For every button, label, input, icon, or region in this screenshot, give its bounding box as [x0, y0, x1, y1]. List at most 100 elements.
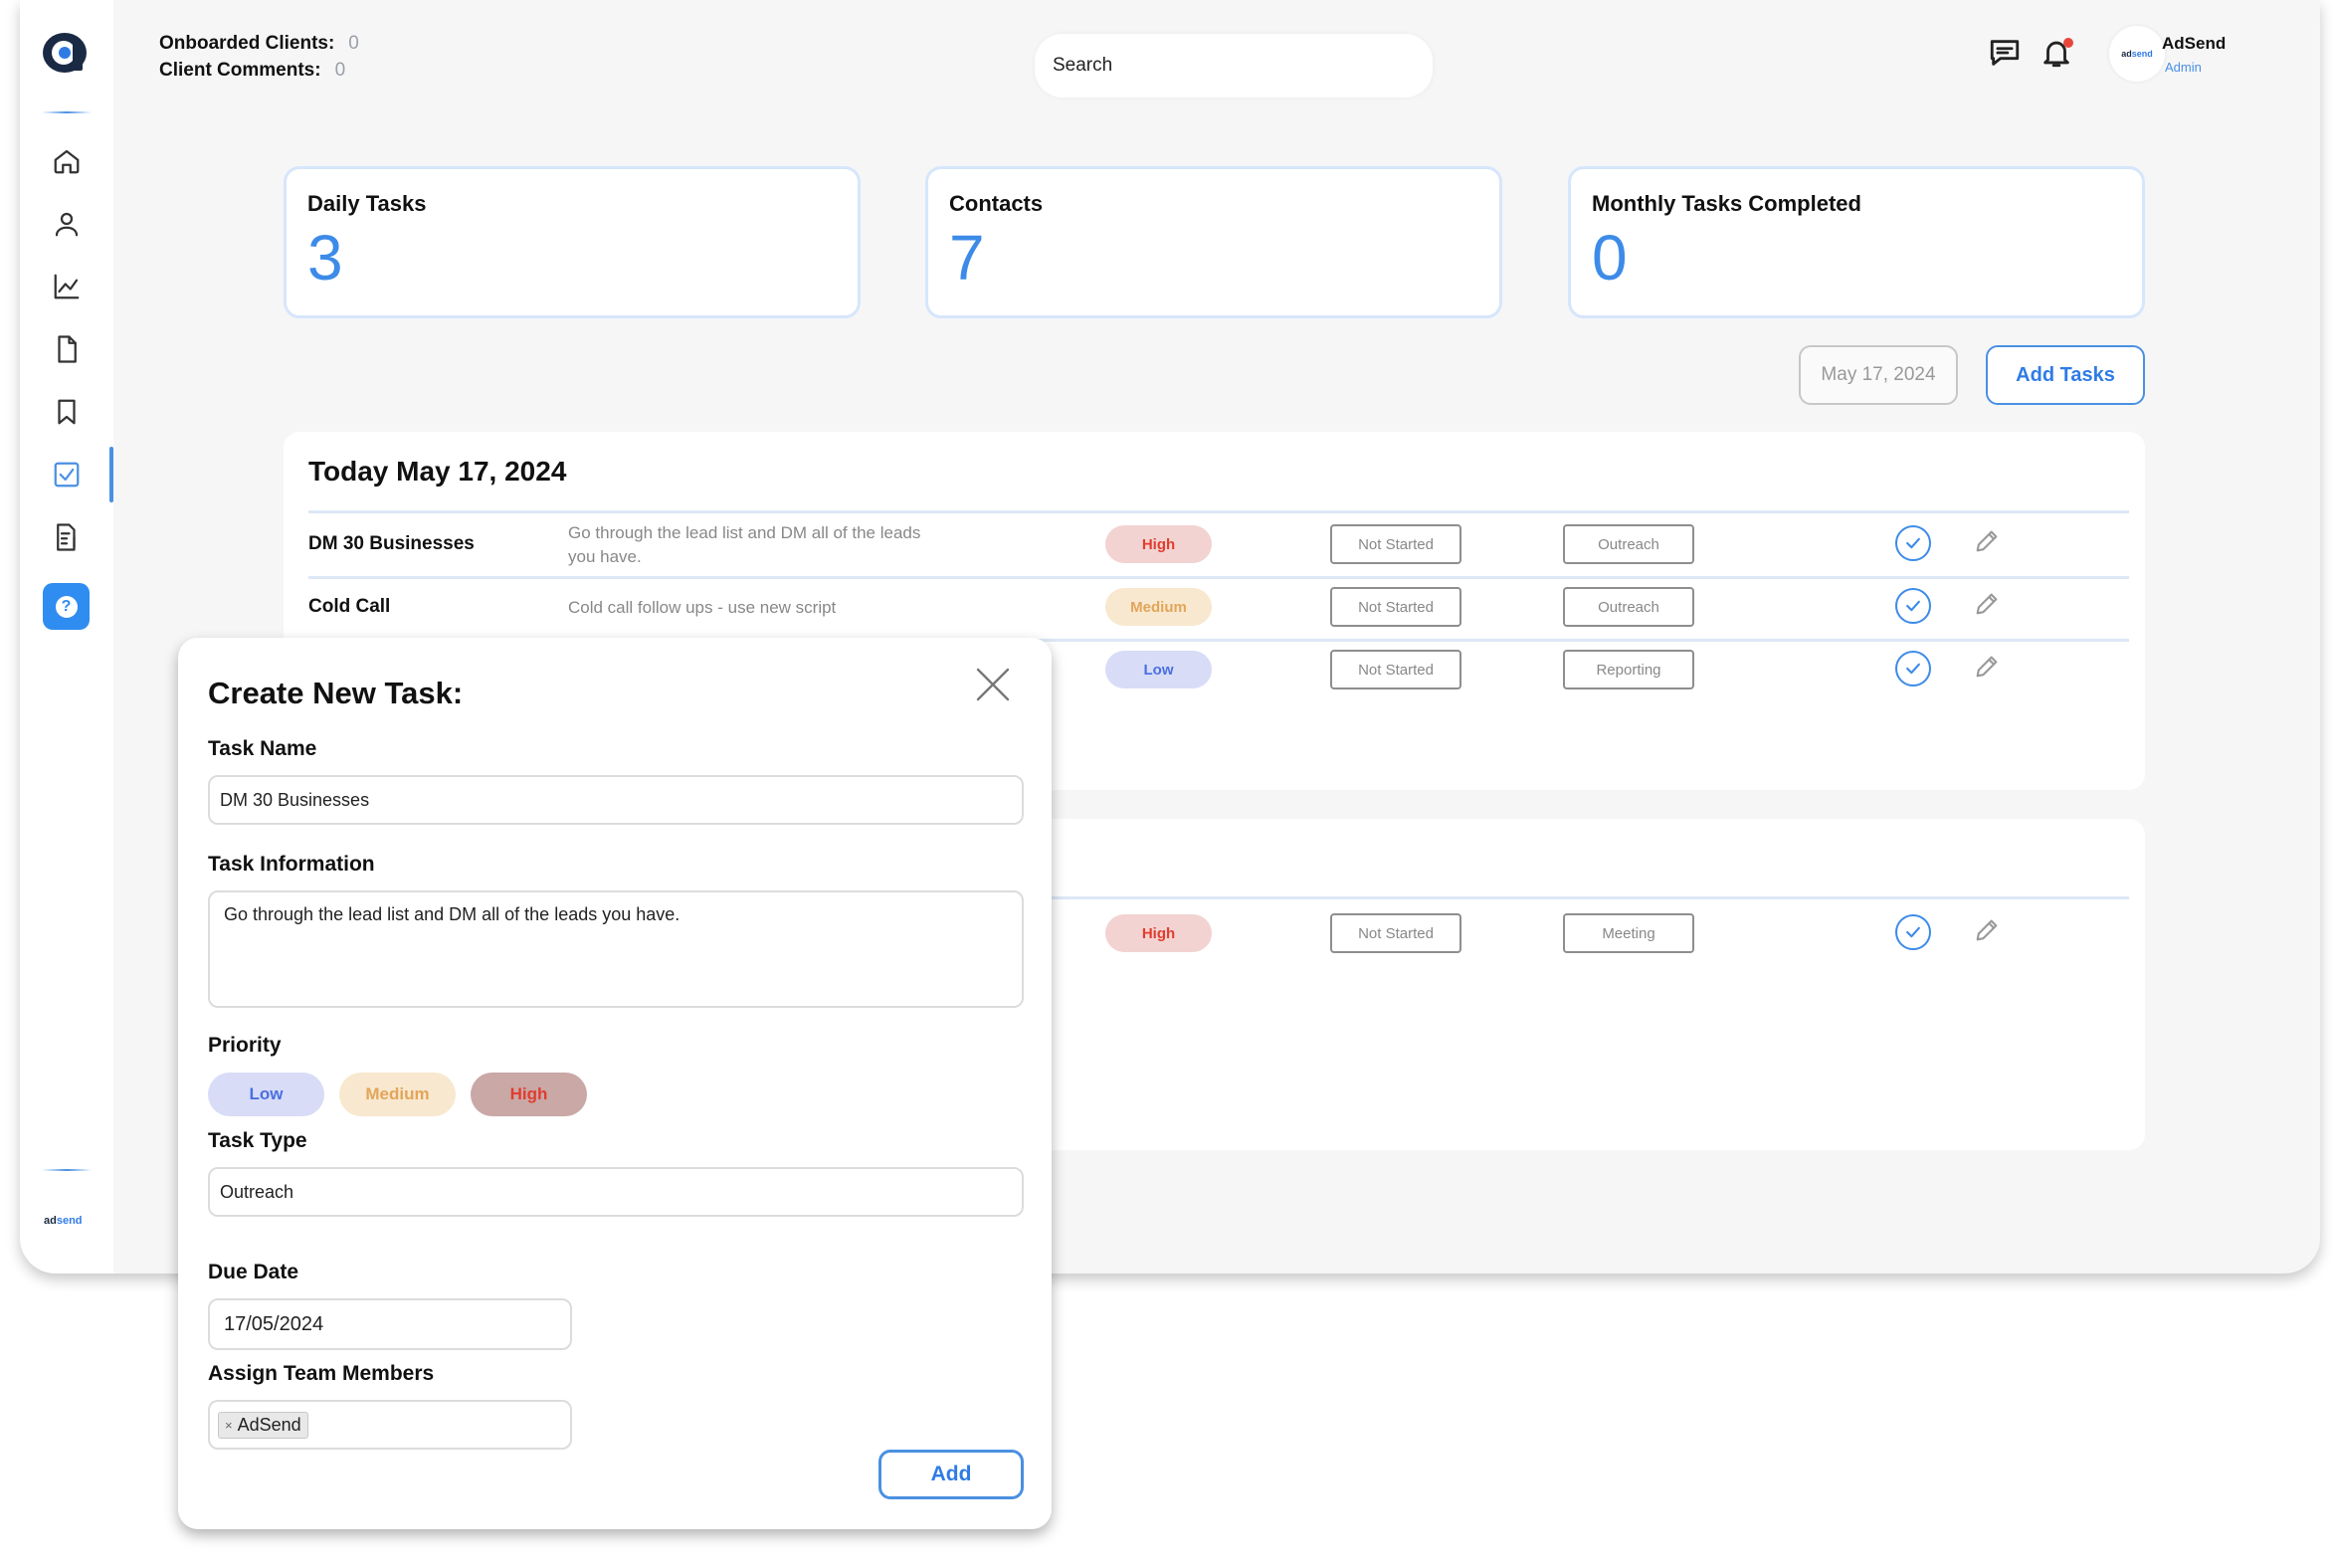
user-name: AdSend	[2162, 34, 2227, 53]
sidebar-item-tasks[interactable]	[20, 447, 113, 502]
active-indicator	[109, 447, 113, 502]
onboarded-label: Onboarded Clients:	[159, 33, 335, 54]
priority-badge: Medium	[1105, 588, 1212, 626]
sidebar-item-invoices[interactable]	[20, 509, 113, 565]
check-icon	[1906, 600, 1920, 612]
due-date-label: Due Date	[208, 1261, 299, 1283]
priority-low-option[interactable]: Low	[208, 1073, 324, 1116]
check-icon	[1906, 663, 1920, 675]
task-name-input[interactable]: DM 30 Businesses	[208, 775, 1024, 825]
close-icon	[976, 668, 1010, 701]
edit-button[interactable]	[1973, 527, 2003, 557]
status-select[interactable]: Not Started	[1330, 524, 1461, 564]
panel-title: Today May 17, 2024	[308, 456, 567, 487]
stat-value: 3	[307, 222, 343, 294]
comments-value: 0	[334, 60, 346, 81]
complete-button[interactable]	[1895, 914, 1931, 950]
user-role: Admin	[2165, 60, 2202, 75]
type-select[interactable]: Meeting	[1563, 913, 1694, 953]
header-stats: Onboarded Clients: 0 Client Comments: 0	[159, 30, 359, 84]
edit-button[interactable]	[1973, 590, 2003, 620]
stat-value: 7	[949, 222, 985, 294]
contacts-card: Contacts 7	[925, 166, 1502, 318]
check-icon	[1906, 926, 1920, 938]
edit-button[interactable]	[1973, 653, 2003, 683]
sidebar: ? adsend	[20, 0, 113, 1274]
complete-button[interactable]	[1895, 651, 1931, 686]
tasks-icon	[54, 462, 80, 488]
sidebar-item-contacts[interactable]	[20, 196, 113, 252]
chat-icon	[1990, 40, 2020, 66]
app-logo[interactable]	[43, 33, 87, 73]
messages-button[interactable]	[1988, 36, 2024, 72]
pencil-icon	[1976, 530, 1998, 552]
task-name-label: Task Name	[208, 737, 317, 760]
check-icon	[1906, 537, 1920, 549]
task-row[interactable]: Cold Call Cold call follow ups - use new…	[284, 576, 2145, 639]
invoice-icon	[57, 523, 76, 551]
sidebar-item-home[interactable]	[20, 133, 113, 189]
user-icon	[55, 212, 79, 237]
task-row[interactable]: DM 30 Businesses Go through the lead lis…	[284, 513, 2145, 576]
complete-button[interactable]	[1895, 588, 1931, 624]
priority-high-option[interactable]: High	[471, 1073, 587, 1116]
status-select[interactable]: Not Started	[1330, 913, 1461, 953]
member-tag[interactable]: × AdSend	[218, 1411, 308, 1439]
chart-icon	[54, 274, 80, 299]
sidebar-divider	[42, 111, 92, 113]
task-type-input[interactable]: Outreach	[208, 1167, 1024, 1217]
modal-title: Create New Task:	[208, 676, 464, 710]
stat-label: Contacts	[949, 191, 1044, 216]
priority-badge: Low	[1105, 651, 1212, 688]
status-select[interactable]: Not Started	[1330, 587, 1461, 627]
stat-label: Monthly Tasks Completed	[1592, 191, 1861, 216]
assign-label: Assign Team Members	[208, 1362, 435, 1385]
task-info-label: Task Information	[208, 853, 375, 876]
notification-badge	[2063, 38, 2073, 48]
task-info: Go through the lead list and DM all of t…	[568, 523, 921, 566]
assign-members-input[interactable]: × AdSend	[208, 1400, 572, 1450]
task-info-textarea[interactable]: Go through the lead list and DM all of t…	[208, 890, 1024, 1008]
task-name: DM 30 Businesses	[308, 533, 475, 554]
create-task-modal: Create New Task: Task Name DM 30 Busines…	[178, 638, 1052, 1529]
task-type-label: Task Type	[208, 1129, 307, 1152]
due-date-input[interactable]: 17/05/2024	[208, 1298, 572, 1350]
add-tasks-button[interactable]: Add Tasks	[1986, 345, 2145, 405]
priority-label: Priority	[208, 1034, 282, 1057]
priority-badge: High	[1105, 914, 1212, 952]
add-button[interactable]: Add	[878, 1450, 1024, 1499]
help-icon: ?	[55, 595, 78, 618]
edit-button[interactable]	[1973, 916, 2003, 946]
complete-button[interactable]	[1895, 525, 1931, 561]
task-info: Cold call follow ups - use new script	[568, 598, 837, 617]
stat-value: 0	[1592, 222, 1628, 294]
priority-medium-option[interactable]: Medium	[339, 1073, 456, 1116]
sidebar-item-documents[interactable]	[20, 321, 113, 377]
pencil-icon	[1976, 919, 1998, 941]
monthly-tasks-card: Monthly Tasks Completed 0	[1568, 166, 2145, 318]
type-select[interactable]: Reporting	[1563, 650, 1694, 689]
status-select[interactable]: Not Started	[1330, 650, 1461, 689]
home-icon	[54, 149, 80, 174]
task-name: Cold Call	[308, 596, 391, 617]
onboarded-value: 0	[348, 33, 359, 54]
sidebar-divider-bottom	[42, 1169, 92, 1171]
sidebar-item-analytics[interactable]	[20, 259, 113, 314]
pencil-icon	[1976, 656, 1998, 678]
document-icon	[58, 335, 77, 363]
stat-label: Daily Tasks	[307, 191, 427, 216]
sidebar-brand: adsend	[44, 1215, 83, 1227]
notifications-button[interactable]	[2040, 36, 2075, 72]
search-input[interactable]: Search	[1035, 34, 1433, 98]
sidebar-item-saved[interactable]	[20, 384, 113, 440]
avatar[interactable]: ad send	[2109, 26, 2165, 82]
priority-badge: High	[1105, 525, 1212, 563]
remove-tag-icon[interactable]: ×	[225, 1418, 233, 1433]
type-select[interactable]: Outreach	[1563, 587, 1694, 627]
comments-label: Client Comments:	[159, 60, 321, 81]
type-select[interactable]: Outreach	[1563, 524, 1694, 564]
close-button[interactable]	[974, 666, 1012, 703]
help-button[interactable]: ?	[43, 583, 90, 630]
bookmark-icon	[58, 399, 76, 425]
date-filter[interactable]: May 17, 2024	[1799, 345, 1958, 405]
